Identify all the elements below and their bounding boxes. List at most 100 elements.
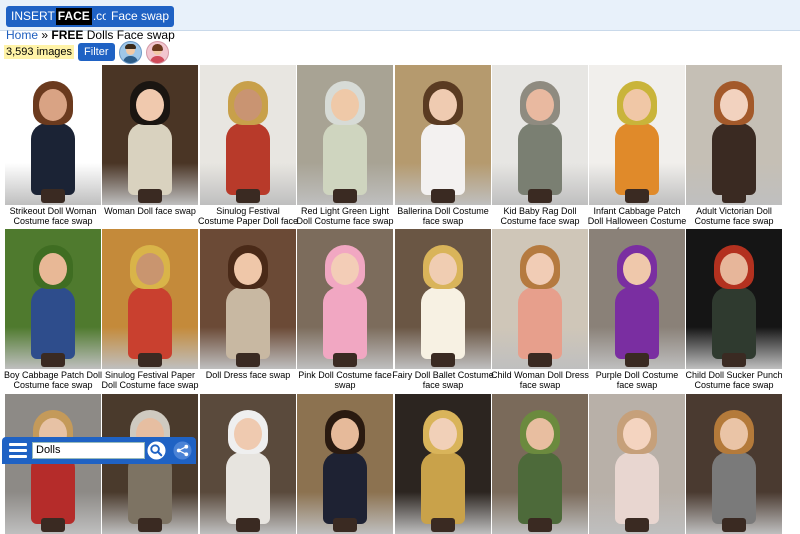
- face-swap-button[interactable]: Face swap: [106, 6, 175, 27]
- breadcrumb-free: FREE: [51, 28, 84, 42]
- figure-legs: [138, 189, 162, 203]
- figure-body: [226, 452, 270, 524]
- figure-head: [526, 253, 554, 285]
- figure-legs: [41, 189, 65, 203]
- breadcrumb-current: Dolls Face swap: [86, 28, 175, 42]
- figure-head: [720, 89, 748, 121]
- figure-legs: [722, 189, 746, 203]
- gallery-caption[interactable]: Strikeout Doll Woman Costume face swap: [2, 206, 104, 226]
- gallery-thumbnail[interactable]: [102, 229, 198, 369]
- figure-legs: [722, 353, 746, 367]
- gallery-thumbnail[interactable]: [492, 65, 588, 205]
- figure-body: [128, 287, 172, 359]
- gallery-caption[interactable]: Ballerina Doll Costume face swap: [392, 206, 494, 226]
- figure-body: [712, 123, 756, 195]
- figure-head: [429, 253, 457, 285]
- gallery-thumbnail[interactable]: [589, 229, 685, 369]
- gallery-caption[interactable]: Child Doll Sucker Punch Costume face swa…: [683, 370, 785, 390]
- figure-head: [331, 418, 359, 450]
- gallery-thumbnail[interactable]: [686, 229, 782, 369]
- man-avatar-icon[interactable]: [118, 40, 142, 64]
- gallery-caption[interactable]: Sinulog Festival Paper Doll Costume face…: [99, 370, 201, 390]
- figure-head: [331, 253, 359, 285]
- figure-head: [526, 418, 554, 450]
- gallery-caption[interactable]: Fairy Doll Ballet Costume face swap: [392, 370, 494, 390]
- woman-avatar-icon[interactable]: [145, 40, 169, 64]
- figure-body: [323, 287, 367, 359]
- gallery-caption[interactable]: Doll Dress face swap: [197, 370, 299, 380]
- figure-head: [39, 89, 67, 121]
- gallery-thumbnail[interactable]: [395, 65, 491, 205]
- figure-body: [518, 452, 562, 524]
- gallery-caption[interactable]: Adult Victorian Doll Costume face swap: [683, 206, 785, 226]
- figure-body: [615, 287, 659, 359]
- gallery-caption[interactable]: Red Light Green Light Doll Costume face …: [294, 206, 396, 226]
- share-icon[interactable]: [172, 441, 193, 460]
- figure-body: [226, 123, 270, 195]
- gallery-caption[interactable]: Kid Baby Rag Doll Costume face swap: [489, 206, 591, 226]
- figure-body: [518, 123, 562, 195]
- figure-legs: [236, 189, 260, 203]
- search-input[interactable]: [32, 442, 145, 459]
- figure-legs: [333, 518, 357, 532]
- gallery-thumbnail[interactable]: [686, 65, 782, 205]
- figure-body: [128, 123, 172, 195]
- figure-legs: [431, 518, 455, 532]
- figure-legs: [625, 189, 649, 203]
- figure-legs: [138, 518, 162, 532]
- figure-head: [623, 89, 651, 121]
- hamburger-menu-icon[interactable]: [9, 443, 27, 459]
- figure-head: [720, 253, 748, 285]
- gallery-thumbnail[interactable]: [297, 65, 393, 205]
- gallery-thumbnail[interactable]: [200, 229, 296, 369]
- filter-button[interactable]: Filter: [78, 43, 115, 61]
- breadcrumb-home-link[interactable]: Home: [6, 28, 38, 42]
- figure-legs: [236, 353, 260, 367]
- gallery-thumbnail[interactable]: [589, 65, 685, 205]
- figure-legs: [625, 518, 649, 532]
- gallery-caption[interactable]: Boy Cabbage Patch Doll Costume face swap: [2, 370, 104, 390]
- gallery-thumbnail[interactable]: [5, 229, 101, 369]
- gallery-thumbnail[interactable]: [492, 229, 588, 369]
- gallery-thumbnail[interactable]: [297, 229, 393, 369]
- figure-body: [712, 287, 756, 359]
- gallery-caption[interactable]: Woman Doll face swap: [99, 206, 201, 216]
- gallery-thumbnail[interactable]: [395, 229, 491, 369]
- magnifier-icon[interactable]: [147, 441, 166, 460]
- figure-body: [615, 123, 659, 195]
- figure-legs: [528, 518, 552, 532]
- gallery-thumbnail[interactable]: [297, 394, 393, 534]
- figure-head: [331, 89, 359, 121]
- gallery-thumbnail[interactable]: [102, 394, 198, 534]
- gallery-thumbnail[interactable]: [589, 394, 685, 534]
- breadcrumb: Home » FREE Dolls Face swap: [6, 28, 175, 42]
- gallery-thumbnail[interactable]: [5, 394, 101, 534]
- figure-head: [720, 418, 748, 450]
- breadcrumb-separator: »: [41, 28, 49, 42]
- figure-body: [421, 123, 465, 195]
- top-bar: INSERT FACE .com Face swap: [0, 0, 800, 31]
- figure-legs: [333, 189, 357, 203]
- gallery-caption[interactable]: Pink Doll Costume face swap: [294, 370, 396, 390]
- figure-body: [226, 287, 270, 359]
- image-count: 3,593 images: [4, 45, 75, 59]
- gallery-thumbnail[interactable]: [200, 65, 296, 205]
- gallery-thumbnail[interactable]: [395, 394, 491, 534]
- gallery-thumbnail[interactable]: [102, 65, 198, 205]
- figure-body: [421, 287, 465, 359]
- figure-legs: [625, 353, 649, 367]
- gallery-thumbnail[interactable]: [686, 394, 782, 534]
- figure-legs: [722, 518, 746, 532]
- gallery-caption[interactable]: Child Woman Doll Dress face swap: [489, 370, 591, 390]
- gallery-caption[interactable]: Purple Doll Costume face swap: [586, 370, 688, 390]
- gallery-thumbnail[interactable]: [5, 65, 101, 205]
- logo-text-left: INSERT: [11, 9, 55, 23]
- figure-body: [323, 123, 367, 195]
- figure-head: [39, 253, 67, 285]
- gallery-thumbnail[interactable]: [492, 394, 588, 534]
- gallery-thumbnail[interactable]: [200, 394, 296, 534]
- figure-legs: [528, 353, 552, 367]
- figure-head: [623, 418, 651, 450]
- figure-head: [429, 418, 457, 450]
- figure-head: [623, 253, 651, 285]
